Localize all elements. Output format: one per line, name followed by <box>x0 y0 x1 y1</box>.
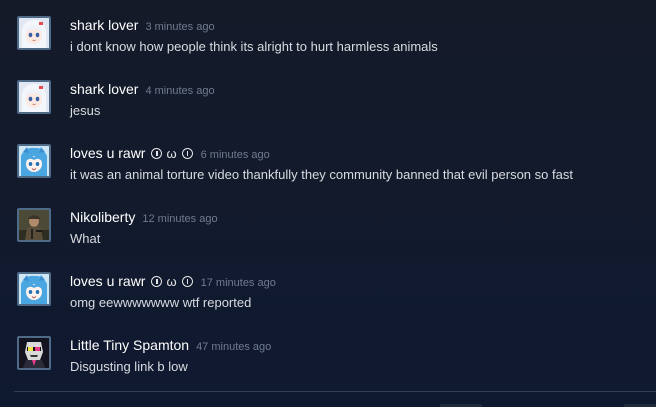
comment-header: Little Tiny Spamton 47 minutes ago <box>70 336 271 356</box>
info-circle-icon <box>181 148 193 159</box>
info-circle-icon <box>151 276 163 287</box>
comment-timestamp: 6 minutes ago <box>200 149 270 161</box>
omega-glyph: ω <box>166 146 178 161</box>
comments-divider <box>14 391 656 392</box>
white-haired-anime-girl-avatar[interactable] <box>17 80 51 114</box>
comment-header: shark lover 4 minutes ago <box>70 80 215 100</box>
comment-text: What <box>70 231 101 246</box>
comment-timestamp: 17 minutes ago <box>200 277 276 289</box>
comment-text: jesus <box>70 103 101 118</box>
comment-header: Nikoliberty 12 minutes ago <box>70 208 218 228</box>
comment-text: Disgusting link b low <box>70 359 188 374</box>
comment-item: Nikoliberty 12 minutes ago What <box>0 194 656 254</box>
comment-timestamp: 4 minutes ago <box>145 85 215 97</box>
blue-haired-anime-avatar[interactable] <box>17 144 51 178</box>
comment-author[interactable]: shark lover <box>70 17 138 33</box>
blue-haired-anime-avatar[interactable] <box>17 272 51 306</box>
comment-header: shark lover 3 minutes ago <box>70 16 215 36</box>
pagination-strip <box>440 398 656 407</box>
comment-item: shark lover 3 minutes ago i dont know how… <box>0 2 656 62</box>
info-circle-icon <box>151 148 163 159</box>
omega-glyph: ω <box>166 274 178 289</box>
comment-author[interactable]: Little Tiny Spamton <box>70 337 189 353</box>
comment-author[interactable]: loves u rawr <box>70 145 145 161</box>
spamton-avatar[interactable] <box>17 336 51 370</box>
comment-item: shark lover 4 minutes ago jesus <box>0 66 656 126</box>
comment-item: loves u rawr ω 17 minutes ago omg eewwwwww… <box>0 258 656 318</box>
name-decoration: ω <box>150 274 193 289</box>
comment-timestamp: 12 minutes ago <box>142 213 218 225</box>
comment-header: loves u rawr ω 6 minutes ago <box>70 144 270 164</box>
comment-author[interactable]: shark lover <box>70 81 138 97</box>
comment-text: omg eewwwwwww wtf reported <box>70 295 252 310</box>
comment-author[interactable]: Nikoliberty <box>70 209 135 225</box>
comment-author[interactable]: loves u rawr <box>70 273 145 289</box>
comment-header: loves u rawr ω 17 minutes ago <box>70 272 276 292</box>
soldier-avatar[interactable] <box>17 208 51 242</box>
comment-timestamp: 3 minutes ago <box>145 21 215 33</box>
comment-timestamp: 47 minutes ago <box>196 341 272 353</box>
name-decoration: ω <box>150 146 193 161</box>
comment-item: loves u rawr ω 6 minutes ago it was an ani… <box>0 130 656 190</box>
comment-text: it was an animal torture video thankfull… <box>70 167 573 182</box>
white-haired-anime-girl-avatar[interactable] <box>17 16 51 50</box>
comment-text: i dont know how people think its alright… <box>70 39 438 54</box>
comment-item: Little Tiny Spamton 47 minutes ago Disgus… <box>0 322 656 382</box>
info-circle-icon <box>181 276 193 287</box>
